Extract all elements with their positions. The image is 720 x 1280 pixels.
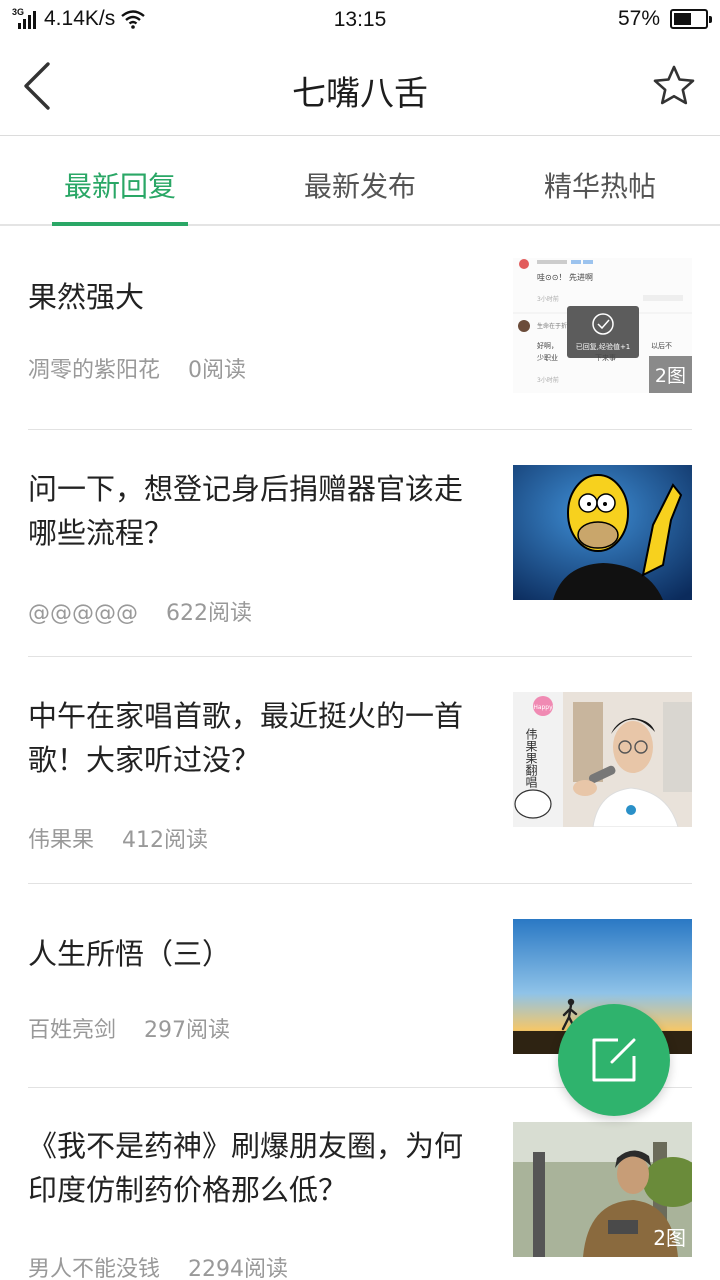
post-read-count: 297阅读 bbox=[144, 1018, 231, 1043]
tab-latest-posts[interactable]: 最新发布 bbox=[240, 137, 480, 224]
thumb-comment: 以后不 bbox=[651, 341, 672, 350]
post-read-count: 412阅读 bbox=[122, 828, 209, 853]
list-item[interactable]: 问一下，想登记身后捐赠器官该走哪些流程？ @@@@@ 622阅读 bbox=[0, 430, 720, 657]
post-title: 中午在家唱首歌，最近挺火的一首歌！大家听过没？ bbox=[28, 699, 464, 777]
post-meta: 凋零的紫阳花 0阅读 bbox=[28, 352, 246, 384]
tab-featured-posts[interactable]: 精华热帖 bbox=[480, 137, 720, 224]
tab-label: 最新发布 bbox=[303, 170, 416, 203]
thumb-reply-line: 哇⊙⊙！ 先进啊 bbox=[537, 272, 593, 282]
list-item[interactable]: 中午在家唱首歌，最近挺火的一首歌！大家听过没？ 伟果果 412阅读 Happy 伟… bbox=[0, 657, 720, 884]
list-item[interactable]: 果然强大 凋零的紫阳花 0阅读 哇⊙⊙！ 先进啊 3小时前 生命在于折 好啊， 以… bbox=[0, 228, 720, 430]
post-meta: @@@@@ 622阅读 bbox=[28, 595, 252, 627]
post-thumbnail: Happy 伟果果翻唱 bbox=[513, 692, 692, 827]
thumb-time: 3小时前 bbox=[537, 295, 559, 303]
page-title: 七嘴八舌 bbox=[292, 74, 428, 114]
compose-edit-icon bbox=[592, 1038, 636, 1082]
thumb-toast: 已回复,经验值+1 bbox=[576, 342, 631, 351]
tab-label: 精华热帖 bbox=[543, 170, 656, 203]
tab-label: 最新回复 bbox=[63, 170, 176, 203]
post-read-count: 622阅读 bbox=[166, 601, 252, 626]
battery-icon bbox=[670, 9, 712, 29]
post-title: 《我不是药神》刷爆朋友圈，为何印度仿制药价格那么低？ bbox=[28, 1129, 464, 1207]
battery-percent: 57% bbox=[617, 7, 660, 30]
post-meta: 伟果果 412阅读 bbox=[28, 822, 208, 854]
thumb-comment: 好啊， bbox=[537, 341, 558, 350]
image-count-badge: 2图 bbox=[648, 356, 692, 393]
favorite-star-icon[interactable] bbox=[652, 64, 696, 108]
thumb-vertical-text: 伟果果翻唱 bbox=[524, 728, 538, 789]
cartoon-character-image bbox=[513, 465, 692, 600]
thumb-comment: 少职业 bbox=[537, 353, 558, 362]
post-author: @@@@@ bbox=[28, 601, 138, 626]
status-bar: 3G 4.14K/s 13:15 57% bbox=[0, 0, 720, 38]
post-title: 人生所悟（三） bbox=[28, 937, 232, 971]
thumb-sticker-text: Happy bbox=[533, 704, 553, 711]
post-author: 男人不能没钱 bbox=[28, 1257, 161, 1280]
post-title: 问一下，想登记身后捐赠器官该走哪些流程？ bbox=[28, 472, 464, 550]
tab-bar: 最新回复 最新发布 精华热帖 bbox=[0, 137, 720, 226]
post-meta: 男人不能没钱 2294阅读 bbox=[28, 1251, 288, 1280]
post-thumbnail: 2图 bbox=[513, 1122, 692, 1257]
thumb-user: 生命在于折 bbox=[537, 322, 567, 330]
post-author: 百姓亮剑 bbox=[28, 1018, 117, 1043]
post-author: 凋零的紫阳花 bbox=[28, 358, 161, 383]
status-time: 13:15 bbox=[333, 8, 387, 31]
tab-latest-replies[interactable]: 最新回复 bbox=[0, 137, 240, 226]
post-meta: 百姓亮剑 297阅读 bbox=[28, 1012, 230, 1044]
image-count-badge: 2图 bbox=[653, 1226, 686, 1250]
post-title: 果然强大 bbox=[28, 280, 145, 314]
top-app-bar: 七嘴八舌 bbox=[0, 38, 720, 136]
post-read-count: 0阅读 bbox=[188, 358, 247, 383]
post-thumbnail bbox=[513, 465, 692, 600]
singing-man-image: Happy 伟果果翻唱 bbox=[513, 692, 692, 827]
status-right: 57% bbox=[617, 7, 712, 31]
post-thumbnail: 哇⊙⊙！ 先进啊 3小时前 生命在于折 好啊， 以后不 少职业 下来事 3小时前… bbox=[513, 258, 692, 393]
post-read-count: 2294阅读 bbox=[188, 1257, 289, 1280]
list-item[interactable]: 《我不是药神》刷爆朋友圈，为何印度仿制药价格那么低？ 男人不能没钱 2294阅读 … bbox=[0, 1088, 720, 1280]
post-list: 果然强大 凋零的紫阳花 0阅读 哇⊙⊙！ 先进啊 3小时前 生命在于折 好啊， 以… bbox=[0, 228, 720, 1280]
compose-post-button[interactable] bbox=[558, 1004, 670, 1116]
thumb-time: 3小时前 bbox=[537, 376, 559, 384]
tab-active-indicator bbox=[52, 222, 188, 226]
battery-fill bbox=[674, 13, 692, 25]
post-author: 伟果果 bbox=[28, 828, 95, 853]
